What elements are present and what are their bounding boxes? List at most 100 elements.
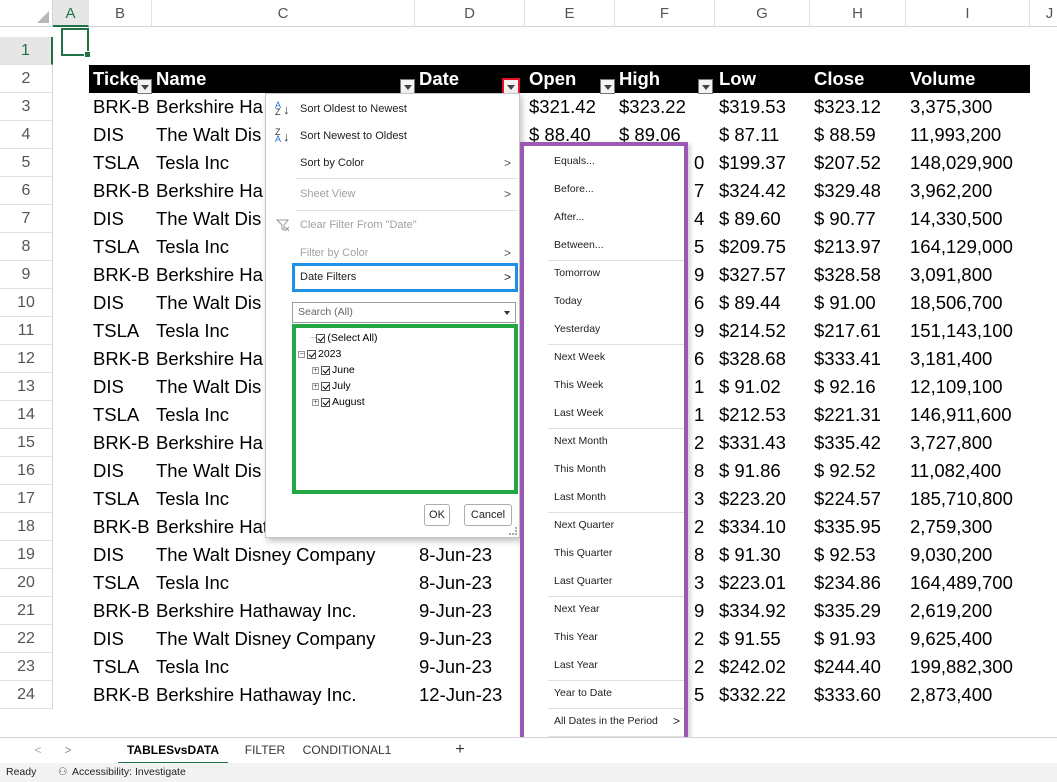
cell-c[interactable]: $207.52 [810, 149, 906, 177]
cell-n[interactable]: Tesla Inc [152, 401, 264, 429]
column-header-b[interactable]: B [89, 0, 152, 27]
cell-o[interactable]: $321.42 [525, 93, 615, 121]
column-header-i[interactable]: I [906, 0, 1030, 27]
row-header-18[interactable]: 18 [0, 513, 53, 541]
cell-d[interactable]: 12-Jun-23 [415, 681, 525, 709]
cell-n[interactable]: Berkshire Hathaway Inc. [152, 597, 415, 625]
row-header-6[interactable]: 6 [0, 177, 53, 205]
cell-d[interactable]: 8-Jun-23 [415, 541, 525, 569]
cell-c[interactable]: $ 91.00 [810, 289, 906, 317]
cell-v[interactable]: 185,710,800 [906, 485, 1030, 513]
cell-v[interactable]: 12,109,100 [906, 373, 1030, 401]
cell-l[interactable]: $327.57 [715, 261, 810, 289]
chevron-down-icon[interactable] [504, 311, 510, 315]
row-header-3[interactable]: 3 [0, 93, 53, 121]
cell-c[interactable]: $328.58 [810, 261, 906, 289]
cell-v[interactable]: 3,727,800 [906, 429, 1030, 457]
cell-n[interactable]: Tesla Inc [152, 149, 264, 177]
cell-t[interactable]: DIS [89, 541, 152, 569]
date-filter-option[interactable]: This Month [554, 459, 606, 479]
cell-n[interactable]: Berkshire Hathaway Inc. [152, 681, 415, 709]
row-header-22[interactable]: 22 [0, 625, 53, 653]
checkbox-icon[interactable] [321, 365, 330, 375]
date-filter-option[interactable]: Year to Date [554, 683, 612, 703]
cell-c[interactable]: $ 92.52 [810, 457, 906, 485]
tree-month-july[interactable]: + July [312, 378, 351, 394]
cell-n[interactable]: Tesla Inc [152, 653, 264, 681]
column-header-g[interactable]: G [715, 0, 810, 27]
cell-v[interactable]: 11,082,400 [906, 457, 1030, 485]
row-header-16[interactable]: 16 [0, 457, 53, 485]
cell-v[interactable]: 2,759,300 [906, 513, 1030, 541]
cell-n[interactable]: Tesla Inc [152, 233, 264, 261]
expand-icon[interactable]: + [312, 382, 319, 390]
column-header-e[interactable]: E [525, 0, 615, 27]
cell-n[interactable]: The Walt Dis [152, 205, 264, 233]
cell-c[interactable]: $ 92.16 [810, 373, 906, 401]
cell-l[interactable]: $223.01 [715, 569, 810, 597]
cell-v[interactable]: 199,882,300 [906, 653, 1030, 681]
cell-l[interactable]: $242.02 [715, 653, 810, 681]
cell-n[interactable]: The Walt Dis [152, 373, 264, 401]
cell-c[interactable]: $ 88.59 [810, 121, 906, 149]
tree-month-june[interactable]: + June [312, 362, 355, 378]
tab-tablesvsdata[interactable]: TABLESvsDATA [118, 738, 228, 765]
cell-t[interactable]: TSLA [89, 653, 152, 681]
filter-dropdown-high[interactable] [698, 79, 713, 94]
cell-v[interactable]: 3,091,800 [906, 261, 1030, 289]
cell-v[interactable]: 2,873,400 [906, 681, 1030, 709]
cell-d[interactable]: 9-Jun-23 [415, 597, 525, 625]
column-header-h[interactable]: H [810, 0, 906, 27]
cell-c[interactable]: $335.95 [810, 513, 906, 541]
checkbox-icon[interactable] [321, 381, 330, 391]
tree-year-2023[interactable]: −2023 [298, 346, 341, 362]
cell-l[interactable]: $214.52 [715, 317, 810, 345]
cell-t[interactable]: DIS [89, 625, 152, 653]
row-header-12[interactable]: 12 [0, 345, 53, 373]
column-header-f[interactable]: F [615, 0, 715, 27]
cell-c[interactable]: $224.57 [810, 485, 906, 513]
cell-c[interactable]: $329.48 [810, 177, 906, 205]
date-filter-option[interactable]: Last Month [554, 487, 606, 507]
date-filter-option[interactable]: Next Year [554, 599, 600, 619]
cell-t[interactable]: BRK-B [89, 345, 152, 373]
cell-t[interactable]: BRK-B [89, 681, 152, 709]
cell-c[interactable]: $244.40 [810, 653, 906, 681]
cell-t[interactable]: DIS [89, 373, 152, 401]
date-filter-option[interactable]: Next Quarter [554, 515, 614, 535]
column-header-c[interactable]: C [152, 0, 415, 27]
cell-l[interactable]: $332.22 [715, 681, 810, 709]
row-header-14[interactable]: 14 [0, 401, 53, 429]
row-header-5[interactable]: 5 [0, 149, 53, 177]
date-filter-option[interactable]: After... [554, 207, 584, 227]
search-input[interactable]: Search (All) [292, 302, 516, 323]
date-filter-option[interactable]: Next Week [554, 347, 605, 367]
expand-icon[interactable]: + [312, 366, 319, 374]
cell-t[interactable]: TSLA [89, 401, 152, 429]
scroll-left-icon[interactable]: < [28, 738, 48, 762]
cell-l[interactable]: $ 91.86 [715, 457, 810, 485]
filter-dropdown-ticker[interactable] [137, 79, 152, 94]
cell-t[interactable]: BRK-B [89, 261, 152, 289]
checkbox-icon[interactable] [307, 349, 316, 359]
collapse-icon[interactable]: − [298, 350, 305, 358]
filter-dropdown-open[interactable] [600, 79, 615, 94]
ok-button[interactable]: OK [424, 504, 450, 526]
cell-v[interactable]: 164,489,700 [906, 569, 1030, 597]
cell-c[interactable]: $234.86 [810, 569, 906, 597]
cell-v[interactable]: 18,506,700 [906, 289, 1030, 317]
cell-t[interactable]: DIS [89, 289, 152, 317]
column-header-a[interactable]: A [53, 0, 89, 27]
row-header-20[interactable]: 20 [0, 569, 53, 597]
cell-c[interactable]: $221.31 [810, 401, 906, 429]
date-filter-option[interactable]: This Quarter [554, 543, 612, 563]
row-header-19[interactable]: 19 [0, 541, 53, 569]
cell-n[interactable]: Tesla Inc [152, 569, 264, 597]
cell-c[interactable]: $333.41 [810, 345, 906, 373]
cell-l[interactable]: $ 89.60 [715, 205, 810, 233]
select-all-corner[interactable] [0, 0, 53, 27]
cell-t[interactable]: TSLA [89, 485, 152, 513]
row-header-15[interactable]: 15 [0, 429, 53, 457]
date-filter-option[interactable]: Next Month [554, 431, 608, 451]
row-header-8[interactable]: 8 [0, 233, 53, 261]
